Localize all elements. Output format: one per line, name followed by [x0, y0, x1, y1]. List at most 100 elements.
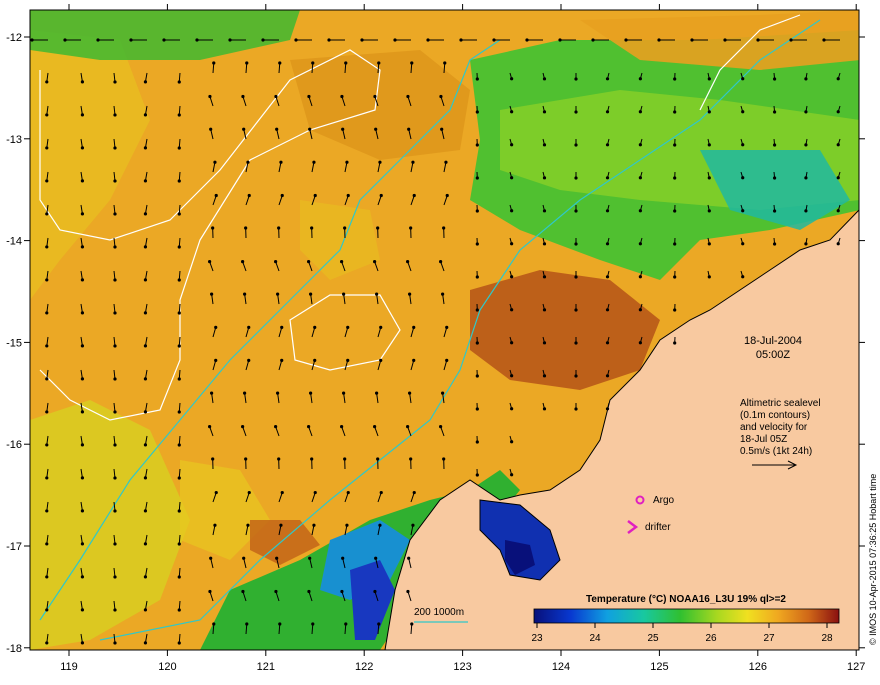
velocity-arrow-head	[606, 77, 609, 80]
velocity-arrow-head	[310, 226, 313, 229]
velocity-arrow-head	[375, 292, 378, 295]
velocity-arrow-head	[310, 457, 313, 460]
velocity-arrow-head	[543, 242, 546, 245]
velocity-arrow-head	[246, 524, 249, 527]
velocity-arrow-head	[81, 311, 84, 314]
lon-tick-label: 125	[650, 661, 668, 673]
velocity-arrow-head	[606, 308, 609, 311]
velocity-arrow-head	[280, 326, 283, 329]
lat-tick-label: -12	[6, 32, 22, 44]
velocity-arrow-head	[510, 440, 513, 443]
velocity-arrow-head	[374, 557, 377, 560]
velocity-arrow-head	[412, 326, 415, 329]
velocity-arrow-head	[81, 608, 84, 611]
velocity-arrow-head	[211, 226, 214, 229]
lat-tick-label: -14	[6, 236, 22, 248]
velocity-arrow-head	[275, 128, 278, 131]
velocity-arrow-head	[213, 524, 216, 527]
velocity-arrow-head	[476, 242, 479, 245]
velocity-arrow-head	[208, 260, 211, 263]
velocity-arrow-head	[673, 110, 676, 113]
velocity-arrow-head	[804, 176, 807, 179]
velocity-arrow-head	[558, 38, 561, 41]
velocity-arrow-head	[81, 575, 84, 578]
lon-tick-label: 122	[355, 661, 373, 673]
velocity-arrow-head	[476, 176, 479, 179]
velocity-arrow-head	[639, 143, 642, 146]
velocity-arrow-head	[228, 38, 231, 41]
velocity-arrow-head	[178, 410, 181, 413]
velocity-arrow-head	[445, 359, 448, 362]
velocity-arrow-head	[144, 212, 147, 215]
velocity-arrow-head	[439, 425, 442, 428]
velocity-arrow-head	[340, 260, 343, 263]
velocity-arrow-head	[261, 38, 264, 41]
velocity-arrow-head	[804, 110, 807, 113]
velocity-arrow-head	[113, 311, 116, 314]
map-time: 05:00Z	[756, 349, 791, 361]
velocity-arrow-head	[426, 38, 429, 41]
velocity-arrow-head	[343, 457, 346, 460]
velocity-arrow-head	[525, 38, 528, 41]
velocity-arrow-head	[708, 110, 711, 113]
velocity-arrow-head	[45, 641, 48, 644]
velocity-arrow-head	[347, 194, 350, 197]
velocity-arrow-head	[209, 128, 212, 131]
velocity-arrow-head	[178, 344, 181, 347]
velocity-arrow-head	[510, 209, 513, 212]
velocity-arrow-head	[244, 226, 247, 229]
velocity-arrow-head	[741, 77, 744, 80]
velocity-arrow-head	[81, 245, 84, 248]
velocity-arrow-head	[144, 443, 147, 446]
velocity-arrow-head	[81, 641, 84, 644]
velocity-arrow-head	[673, 77, 676, 80]
velocity-arrow-head	[308, 557, 311, 560]
info-line: 0.5m/s (1kt 24h)	[740, 446, 812, 457]
velocity-arrow-head	[81, 179, 84, 182]
velocity-arrow-head	[45, 113, 48, 116]
velocity-arrow-head	[178, 146, 181, 149]
velocity-arrow-head	[624, 38, 627, 41]
velocity-arrow-head	[178, 476, 181, 479]
velocity-arrow-head	[406, 425, 409, 428]
velocity-arrow-head	[144, 344, 147, 347]
velocity-arrow-head	[574, 110, 577, 113]
velocity-arrow-head	[144, 245, 147, 248]
velocity-arrow-head	[444, 161, 447, 164]
velocity-arrow-head	[144, 476, 147, 479]
velocity-arrow-head	[45, 608, 48, 611]
velocity-arrow-head	[373, 590, 376, 593]
velocity-arrow-head	[340, 95, 343, 98]
velocity-arrow-head	[510, 176, 513, 179]
velocity-arrow-head	[543, 308, 546, 311]
velocity-arrow-head	[639, 308, 642, 311]
velocity-arrow-head	[476, 374, 479, 377]
velocity-arrow-head	[178, 245, 181, 248]
velocity-arrow-head	[113, 344, 116, 347]
velocity-arrow-head	[606, 110, 609, 113]
velocity-arrow-head	[574, 209, 577, 212]
velocity-arrow-head	[144, 311, 147, 314]
velocity-arrow-head	[241, 95, 244, 98]
velocity-arrow-head	[574, 308, 577, 311]
velocity-arrow-head	[443, 61, 446, 64]
velocity-arrow-head	[409, 457, 412, 460]
velocity-arrow-head	[211, 457, 214, 460]
velocity-arrow-head	[274, 95, 277, 98]
velocity-arrow-head	[510, 143, 513, 146]
velocity-arrow-head	[178, 377, 181, 380]
velocity-arrow-head	[81, 146, 84, 149]
colorbar-gradient	[534, 609, 839, 623]
velocity-arrow-head	[606, 407, 609, 410]
velocity-arrow-head	[144, 113, 147, 116]
velocity-arrow-head	[144, 146, 147, 149]
velocity-arrow-head	[313, 326, 316, 329]
velocity-arrow-head	[639, 209, 642, 212]
velocity-arrow-head	[510, 473, 513, 476]
velocity-arrow-head	[476, 440, 479, 443]
colorbar-tick-label: 27	[763, 633, 775, 644]
velocity-arrow-head	[804, 143, 807, 146]
lon-tick-label: 123	[453, 661, 471, 673]
velocity-arrow-head	[346, 359, 349, 362]
velocity-arrow-head	[81, 113, 84, 116]
